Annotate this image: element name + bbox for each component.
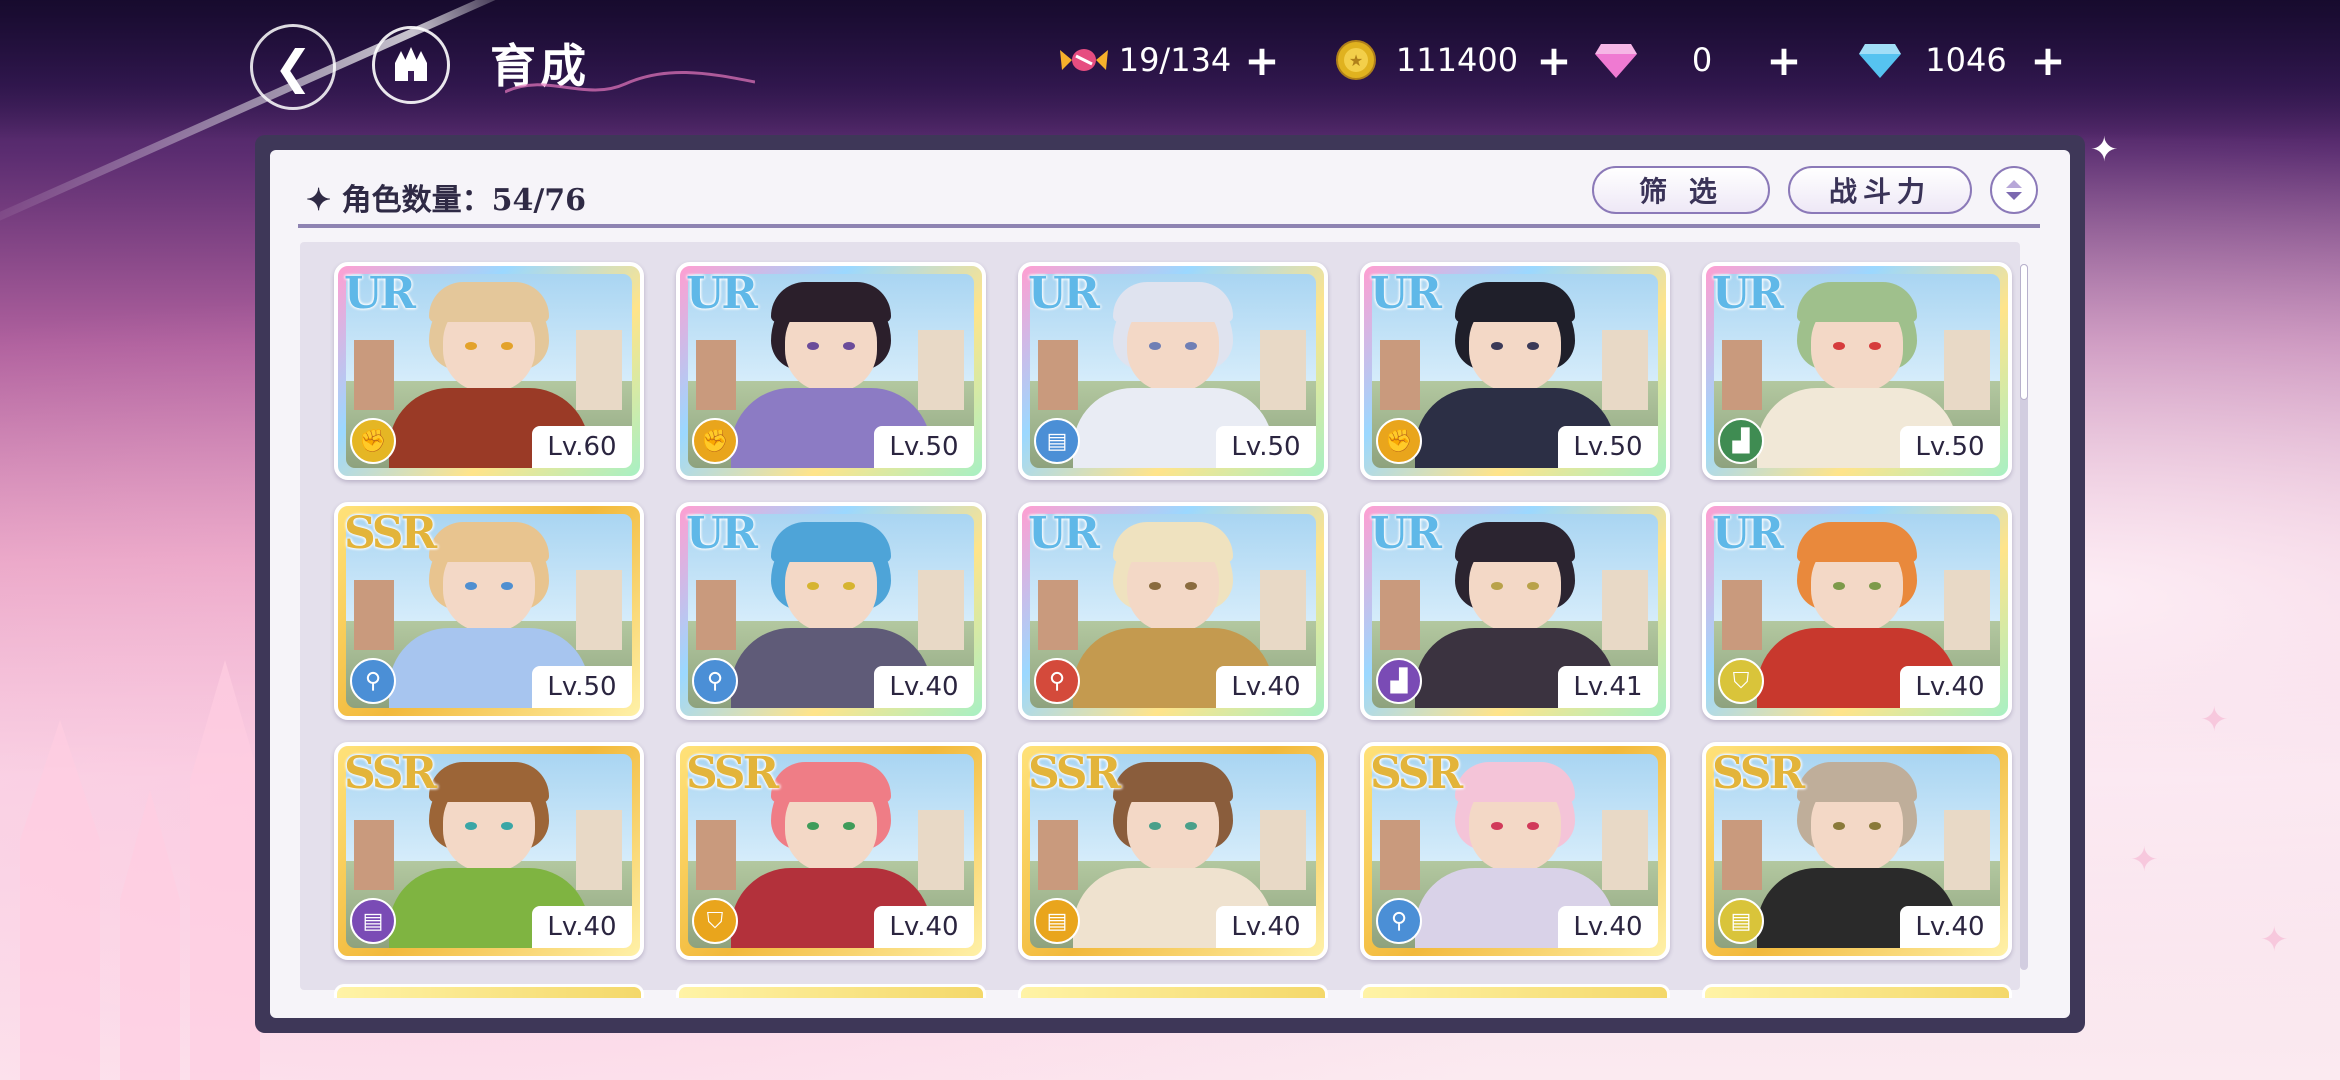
character-card[interactable]: UR ▟ Lv.50 bbox=[1702, 262, 2012, 480]
sort-order-icon bbox=[2006, 180, 2022, 200]
level-label: Lv.40 bbox=[1558, 906, 1658, 948]
book-icon: ▤ bbox=[1718, 898, 1764, 944]
level-label: Lv.50 bbox=[874, 426, 974, 468]
book-icon: ▤ bbox=[1034, 418, 1080, 464]
level-label: Lv.40 bbox=[874, 666, 974, 708]
back-button[interactable]: ❮ bbox=[250, 24, 336, 110]
rarity-badge: UR bbox=[686, 508, 758, 559]
sort-order-button[interactable] bbox=[1990, 166, 2038, 214]
pink-diamond-icon bbox=[1590, 34, 1642, 86]
candy-amount: 19/134 bbox=[1118, 41, 1232, 79]
level-label: Lv.50 bbox=[1900, 426, 2000, 468]
level-label: Lv.50 bbox=[1216, 426, 1316, 468]
fist-icon: ✊ bbox=[692, 418, 738, 464]
coin-resource: ★ 111400 + bbox=[1330, 34, 1576, 86]
character-card[interactable]: SSR ▤ Lv.40 bbox=[1018, 742, 1328, 960]
blue-diamond-icon bbox=[1854, 34, 1906, 86]
book-icon: ▤ bbox=[350, 898, 396, 944]
character-card[interactable] bbox=[334, 984, 644, 998]
gold-coin-icon: ★ bbox=[1330, 34, 1382, 86]
character-card[interactable]: UR ⛉ Lv.40 bbox=[1702, 502, 2012, 720]
rarity-badge: SSR bbox=[344, 508, 437, 559]
level-label: Lv.40 bbox=[1900, 906, 2000, 948]
sparkle-icon: ✦ bbox=[2260, 920, 2289, 960]
character-card[interactable]: UR ▟ Lv.41 bbox=[1360, 502, 1670, 720]
boot-icon: ▟ bbox=[1718, 418, 1764, 464]
fist-icon: ✊ bbox=[350, 418, 396, 464]
rarity-badge: UR bbox=[344, 268, 416, 319]
shield-icon: ⛉ bbox=[692, 898, 738, 944]
character-card[interactable]: UR ✊ Lv.50 bbox=[676, 262, 986, 480]
add-blue-gem-button[interactable]: + bbox=[2026, 36, 2070, 85]
character-count-label: ✦ 角色数量：54/76 bbox=[306, 183, 587, 218]
character-card[interactable] bbox=[1702, 984, 2012, 998]
rarity-badge: UR bbox=[1370, 268, 1442, 319]
character-card[interactable]: UR ▤ Lv.50 bbox=[1018, 262, 1328, 480]
character-card[interactable]: SSR ⛉ Lv.40 bbox=[676, 742, 986, 960]
book-icon: ▤ bbox=[1034, 898, 1080, 944]
level-label: Lv.40 bbox=[1216, 666, 1316, 708]
fist-icon: ✊ bbox=[1376, 418, 1422, 464]
rarity-badge: UR bbox=[1028, 508, 1100, 559]
rarity-badge: UR bbox=[1712, 268, 1784, 319]
coin-amount: 111400 bbox=[1395, 41, 1519, 79]
pink-gem-resource: 0 + bbox=[1590, 34, 1806, 86]
rarity-badge: SSR bbox=[686, 748, 779, 799]
home-button[interactable] bbox=[372, 26, 450, 104]
pink-gem-amount: 0 bbox=[1691, 41, 1713, 79]
shield-icon: ⛉ bbox=[1718, 658, 1764, 704]
sparkle-icon: ✦ bbox=[306, 183, 332, 218]
level-label: Lv.50 bbox=[1558, 426, 1658, 468]
character-card[interactable]: UR ✊ Lv.60 bbox=[334, 262, 644, 480]
character-card[interactable]: SSR ▤ Lv.40 bbox=[1702, 742, 2012, 960]
panel-divider bbox=[298, 224, 2040, 228]
character-card[interactable]: SSR ⚲ Lv.50 bbox=[334, 502, 644, 720]
character-card[interactable]: UR ⚲ Lv.40 bbox=[676, 502, 986, 720]
rarity-badge: SSR bbox=[344, 748, 437, 799]
back-arrow-icon: ❮ bbox=[273, 40, 313, 94]
level-label: Lv.40 bbox=[1216, 906, 1316, 948]
character-card[interactable]: UR ⚲ Lv.40 bbox=[1018, 502, 1328, 720]
boot-icon: ▟ bbox=[1376, 658, 1422, 704]
staff-icon: ⚲ bbox=[1034, 658, 1080, 704]
castle-home-icon bbox=[395, 47, 427, 81]
staff-icon: ⚲ bbox=[350, 658, 396, 704]
level-label: Lv.60 bbox=[532, 426, 632, 468]
level-label: Lv.40 bbox=[1900, 666, 2000, 708]
rarity-badge: UR bbox=[1712, 508, 1784, 559]
blue-gem-resource: 1046 + bbox=[1854, 34, 2070, 86]
level-label: Lv.40 bbox=[874, 906, 974, 948]
add-coin-button[interactable]: + bbox=[1532, 36, 1576, 85]
sparkle-icon: ✦ bbox=[2200, 700, 2229, 740]
rarity-badge: SSR bbox=[1370, 748, 1463, 799]
title-swash-decoration bbox=[505, 71, 755, 94]
character-card[interactable] bbox=[676, 984, 986, 998]
sparkle-icon: ✦ bbox=[2130, 840, 2159, 880]
level-label: Lv.50 bbox=[532, 666, 632, 708]
character-card[interactable]: SSR ⚲ Lv.40 bbox=[1360, 742, 1670, 960]
rarity-badge: SSR bbox=[1028, 748, 1121, 799]
svg-text:★: ★ bbox=[1349, 51, 1363, 70]
sort-power-button[interactable]: 战斗力 bbox=[1788, 166, 1972, 214]
candy-icon bbox=[1058, 34, 1110, 86]
filter-button[interactable]: 筛 选 bbox=[1592, 166, 1770, 214]
add-candy-button[interactable]: + bbox=[1240, 36, 1284, 85]
character-card[interactable] bbox=[1018, 984, 1328, 998]
candy-resource: 19/134 + bbox=[1058, 34, 1284, 86]
rarity-badge: UR bbox=[1370, 508, 1442, 559]
staff-icon: ⚲ bbox=[1376, 898, 1422, 944]
character-card[interactable]: SSR ▤ Lv.40 bbox=[334, 742, 644, 960]
character-card[interactable]: UR ✊ Lv.50 bbox=[1360, 262, 1670, 480]
staff-icon: ⚲ bbox=[692, 658, 738, 704]
scrollbar-thumb[interactable] bbox=[2020, 264, 2028, 400]
level-label: Lv.40 bbox=[532, 906, 632, 948]
rarity-badge: SSR bbox=[1712, 748, 1805, 799]
blue-gem-amount: 1046 bbox=[1925, 41, 2007, 79]
rarity-badge: UR bbox=[686, 268, 758, 319]
sparkle-icon: ✦ bbox=[2090, 130, 2119, 170]
rarity-badge: UR bbox=[1028, 268, 1100, 319]
add-pink-gem-button[interactable]: + bbox=[1762, 36, 1806, 85]
character-card[interactable] bbox=[1360, 984, 1670, 998]
level-label: Lv.41 bbox=[1558, 666, 1658, 708]
